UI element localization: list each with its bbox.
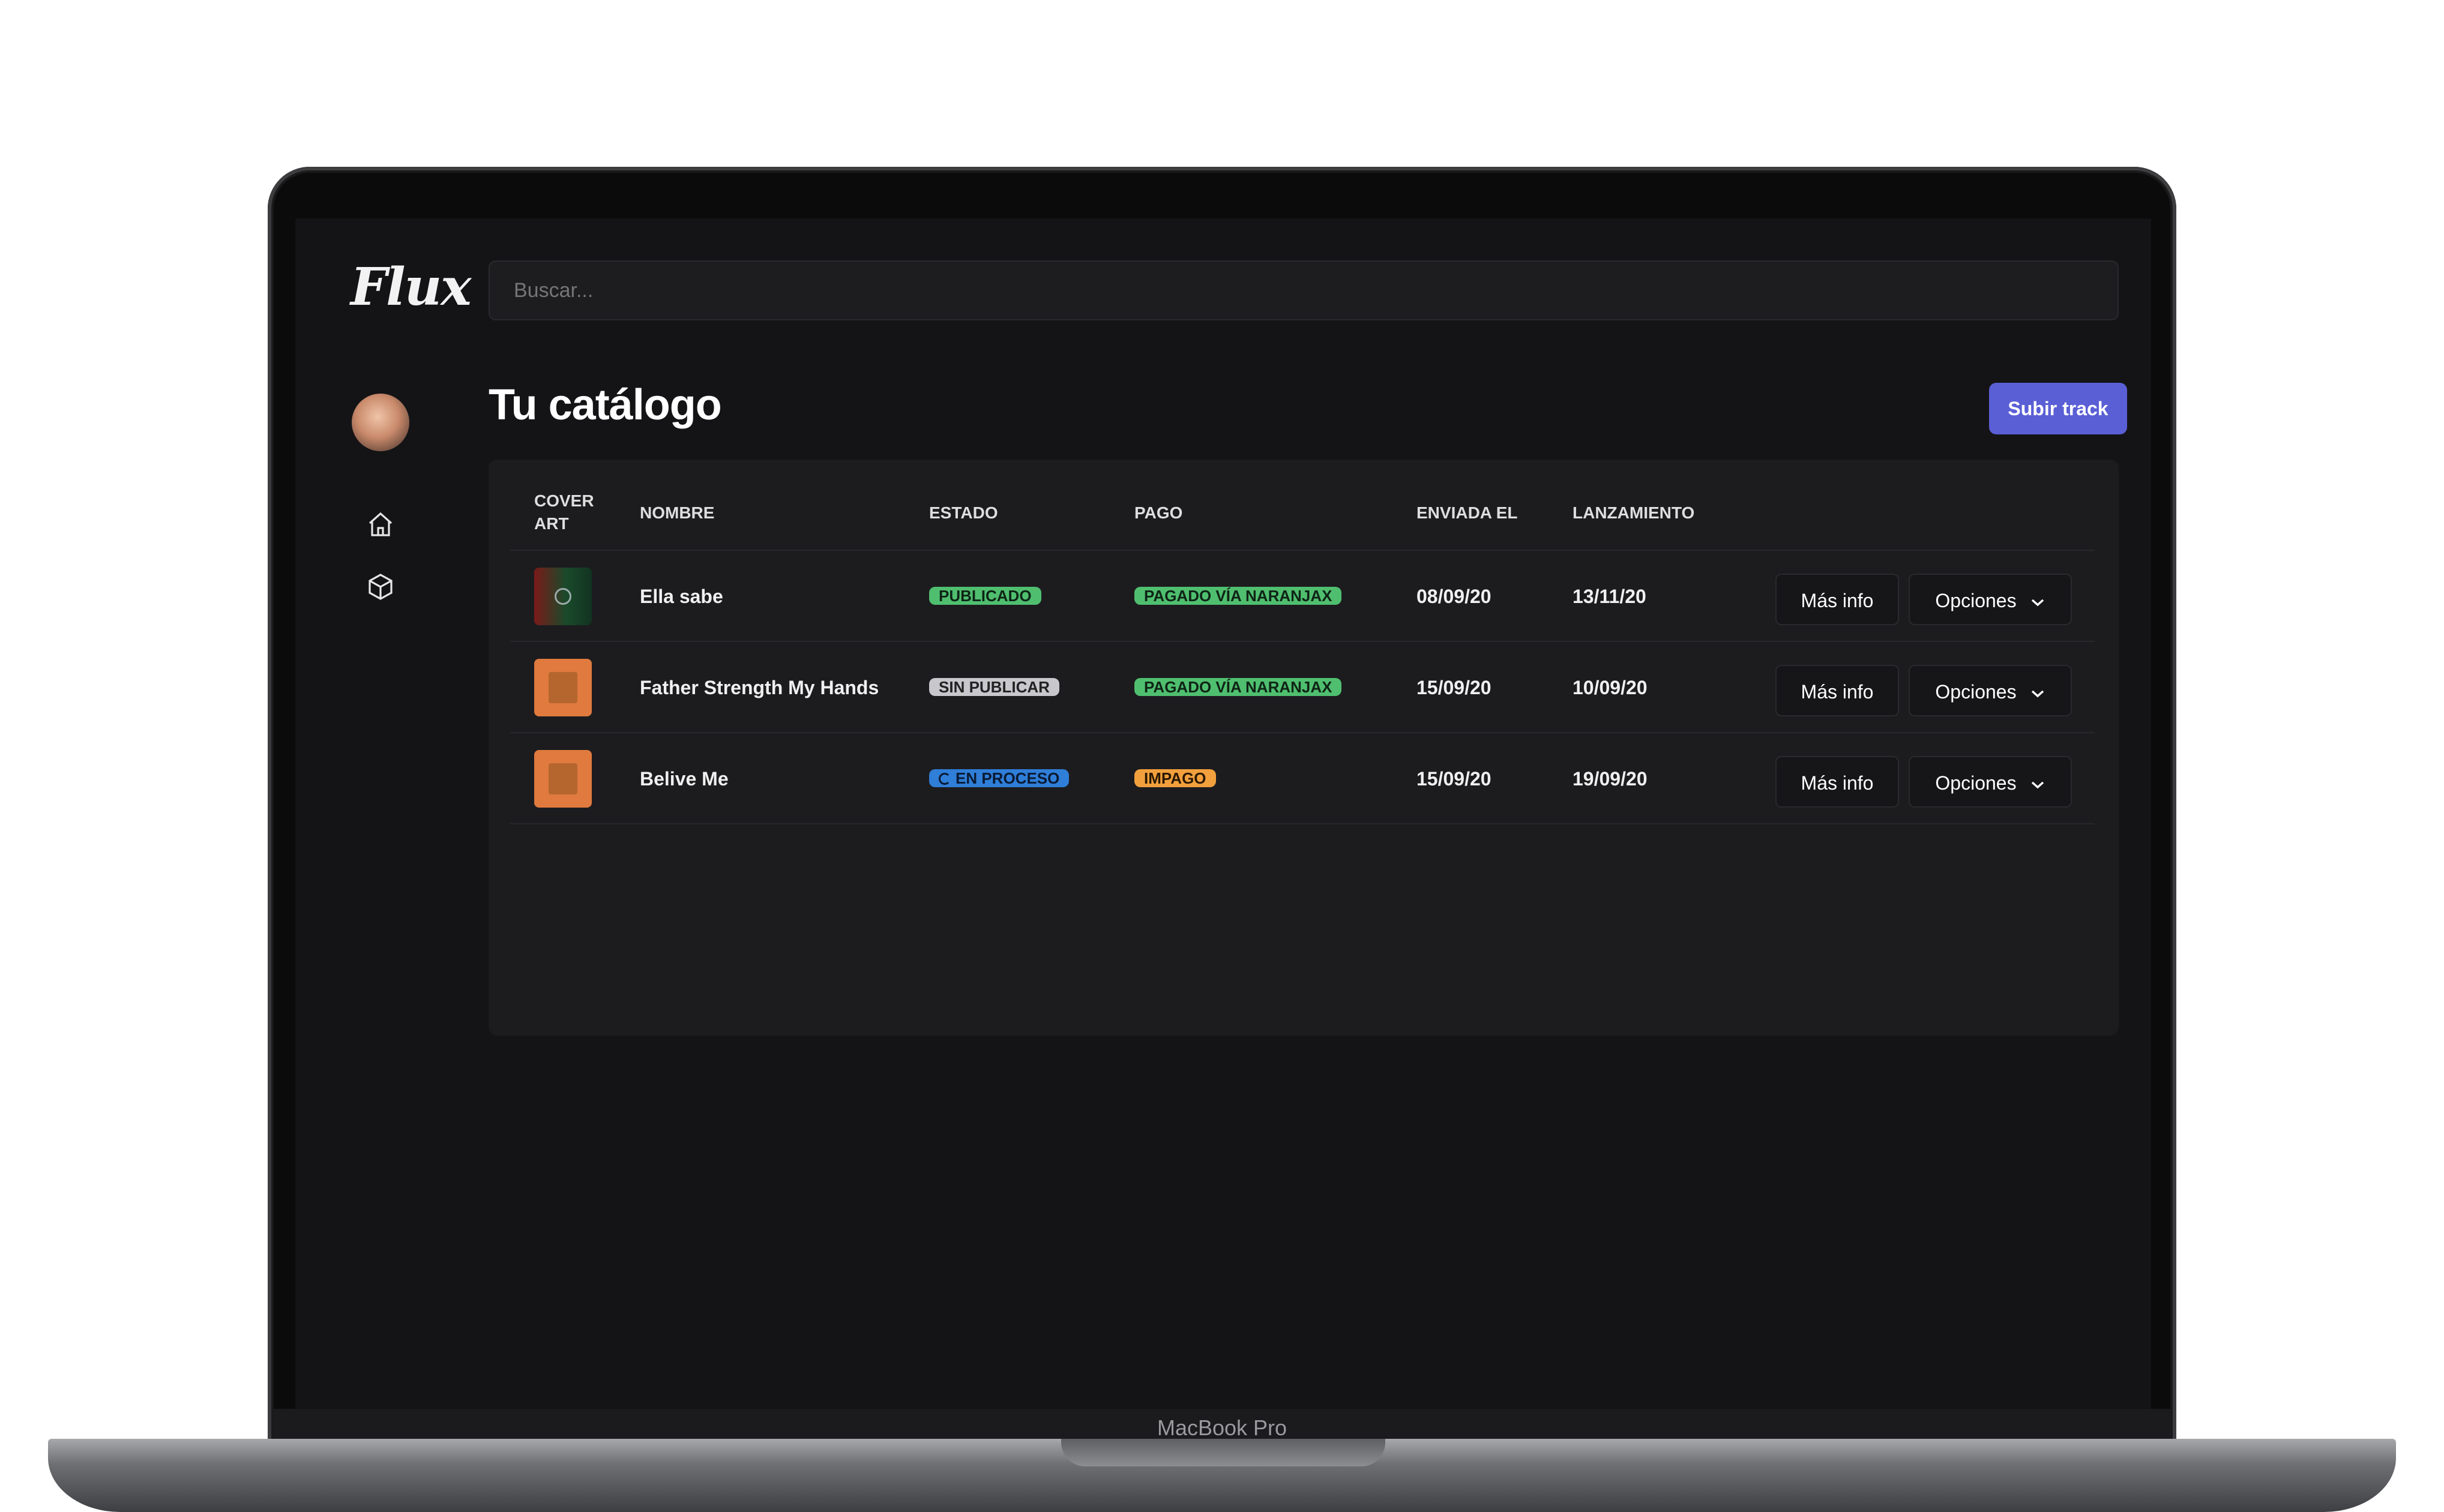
- divider: [510, 823, 2095, 824]
- track-name: Belive Me: [640, 768, 729, 790]
- track-name: Ella sabe: [640, 586, 723, 607]
- release-date: 19/09/20: [1573, 768, 1648, 790]
- status-badge: PUBLICADO: [929, 587, 1041, 605]
- options-label: Opciones: [1935, 681, 2017, 703]
- page-title: Tu catálogo: [489, 381, 722, 429]
- user-avatar[interactable]: [352, 394, 409, 451]
- person-icon: [549, 763, 577, 794]
- chevron-down-icon: [2031, 599, 2044, 606]
- disc-icon: [555, 588, 571, 605]
- cover-art-image: [534, 568, 592, 625]
- search-input[interactable]: [489, 260, 2119, 320]
- header-name: NOMBRE: [640, 503, 715, 522]
- sent-date: 15/09/20: [1416, 768, 1491, 790]
- status-badge: SIN PUBLICAR: [929, 678, 1059, 696]
- divider: [510, 550, 2095, 551]
- spinner-icon: [939, 773, 951, 785]
- header-release: LANZAMIENTO: [1573, 503, 1695, 522]
- payment-badge: IMPAGO: [1134, 769, 1216, 787]
- status-label: EN PROCESO: [956, 769, 1060, 787]
- header-cover-art: COVER ART: [534, 490, 594, 535]
- more-info-button[interactable]: Más info: [1775, 665, 1899, 716]
- app-screen: Flux Tu catálogo Subir track COVER ART N…: [295, 218, 2151, 1418]
- home-icon[interactable]: [366, 510, 395, 539]
- options-dropdown[interactable]: Opciones: [1909, 756, 2072, 808]
- chevron-down-icon: [2031, 690, 2044, 697]
- brand-logo[interactable]: Flux: [351, 257, 472, 317]
- header-payment: PAGO: [1134, 503, 1183, 522]
- device-label: MacBook Pro: [272, 1409, 2172, 1440]
- payment-badge: PAGADO VÍA NARANJAX: [1134, 678, 1342, 696]
- divider: [510, 732, 2095, 733]
- laptop-notch: [1061, 1439, 1385, 1466]
- header-cover-line1: COVER: [534, 491, 594, 510]
- box-icon[interactable]: [366, 572, 395, 601]
- release-date: 10/09/20: [1573, 677, 1648, 698]
- divider: [510, 641, 2095, 642]
- chevron-down-icon: [2031, 781, 2044, 788]
- sent-date: 08/09/20: [1416, 586, 1491, 607]
- header-sent: ENVIADA EL: [1416, 503, 1518, 522]
- upload-track-button[interactable]: Subir track: [1989, 383, 2127, 434]
- more-info-button[interactable]: Más info: [1775, 574, 1899, 625]
- sent-date: 15/09/20: [1416, 677, 1491, 698]
- options-dropdown[interactable]: Opciones: [1909, 665, 2072, 716]
- options-label: Opciones: [1935, 772, 2017, 794]
- more-info-button[interactable]: Más info: [1775, 756, 1899, 808]
- options-dropdown[interactable]: Opciones: [1909, 574, 2072, 625]
- catalog-table: COVER ART NOMBRE ESTADO PAGO ENVIADA EL …: [489, 460, 2119, 1036]
- track-name: Father Strength My Hands: [640, 677, 879, 698]
- cover-art-image: [534, 750, 592, 808]
- header-status: ESTADO: [929, 503, 998, 522]
- payment-badge: PAGADO VÍA NARANJAX: [1134, 587, 1342, 605]
- status-badge: EN PROCESO: [929, 769, 1070, 787]
- options-label: Opciones: [1935, 590, 2017, 611]
- header-cover-line2: ART: [534, 514, 569, 533]
- cover-art-image: [534, 659, 592, 716]
- person-icon: [549, 672, 577, 703]
- release-date: 13/11/20: [1573, 586, 1646, 607]
